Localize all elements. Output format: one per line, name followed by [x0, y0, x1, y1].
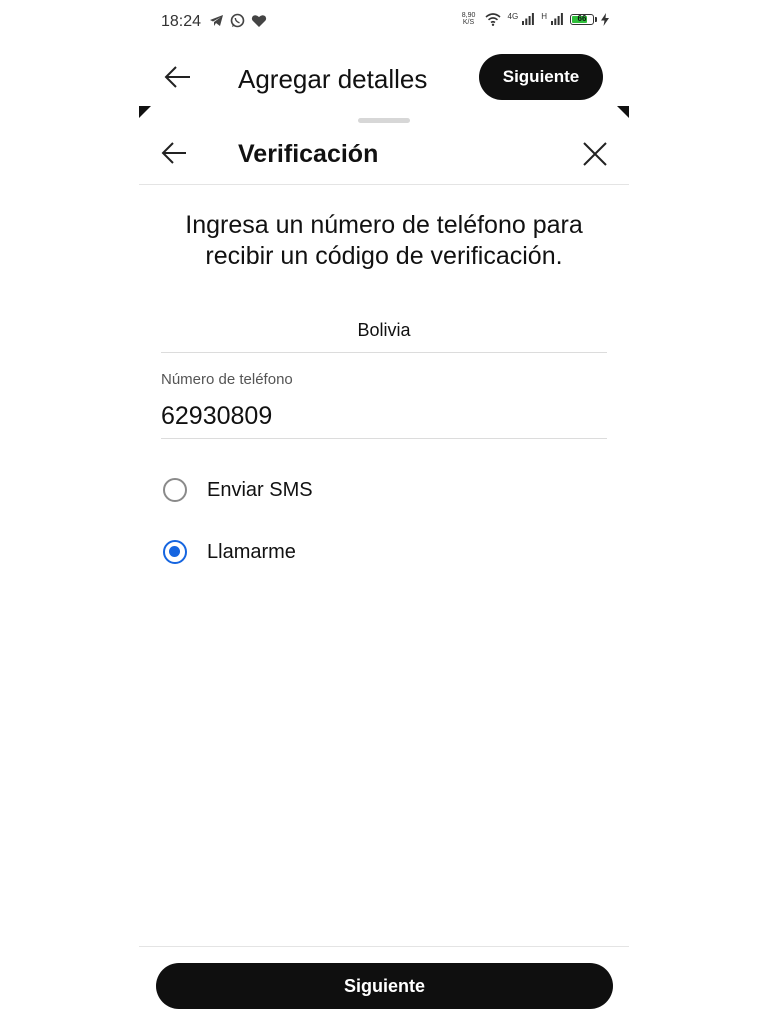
status-time: 18:24 [161, 13, 202, 30]
battery-icon: 66 [570, 13, 597, 25]
radio-send-sms[interactable] [163, 478, 187, 502]
option-call-me-label: Llamarme [207, 540, 296, 563]
sheet-corner-right [617, 106, 629, 118]
notification-icons [209, 13, 267, 28]
phone-input[interactable] [161, 394, 607, 439]
telegram-icon [210, 15, 223, 26]
next-button[interactable]: Siguiente [156, 963, 613, 1009]
network-h-label: H [541, 12, 547, 21]
arrow-left-icon [161, 142, 186, 164]
battery-level: 66 [577, 13, 587, 23]
net-speed-value: 8,90 [461, 12, 476, 19]
signal-icon-2 [551, 13, 563, 25]
sheet-drag-handle[interactable] [358, 118, 410, 123]
sheet-corner-left [139, 106, 151, 118]
net-speed-unit: K/S [462, 19, 475, 26]
app-bar: Agregar detalles Siguiente [139, 50, 629, 106]
arrow-left-icon [164, 66, 190, 88]
sheet-header: Verificación [139, 126, 629, 185]
wifi-icon [485, 12, 501, 26]
status-bar: 18:24 8,90 K/S 4G H 66 [139, 0, 629, 46]
option-send-sms[interactable]: Enviar SMS [163, 478, 313, 502]
sheet-close-button[interactable] [581, 140, 609, 168]
sheet-back-button[interactable] [159, 140, 189, 166]
sheet-title: Verificación [238, 140, 379, 168]
country-selector[interactable]: Bolivia [161, 312, 607, 353]
radio-call-me[interactable] [163, 540, 187, 564]
system-status: 8,90 K/S 4G H 66 [460, 12, 609, 26]
heart-icon [251, 14, 267, 27]
screen: 18:24 8,90 K/S 4G H 66 Agregar detalles … [139, 0, 629, 1024]
phone-label: Número de teléfono [161, 371, 293, 388]
app-back-button[interactable] [163, 64, 193, 90]
option-send-sms-label: Enviar SMS [207, 478, 313, 501]
app-next-button[interactable]: Siguiente [479, 54, 603, 100]
network-speed: 8,90 K/S [460, 12, 478, 26]
whatsapp-icon [230, 13, 245, 28]
instructions-text: Ingresa un número de teléfono para recib… [185, 211, 583, 270]
footer-divider [139, 946, 629, 947]
signal-icon [522, 13, 535, 25]
verification-sheet: Verificación Ingresa un número de teléfo… [139, 106, 629, 1024]
charging-icon [601, 12, 609, 26]
close-icon [583, 142, 607, 166]
app-title: Agregar detalles [238, 64, 428, 94]
network-4g-label: 4G [507, 12, 519, 21]
option-call-me[interactable]: Llamarme [163, 540, 296, 564]
